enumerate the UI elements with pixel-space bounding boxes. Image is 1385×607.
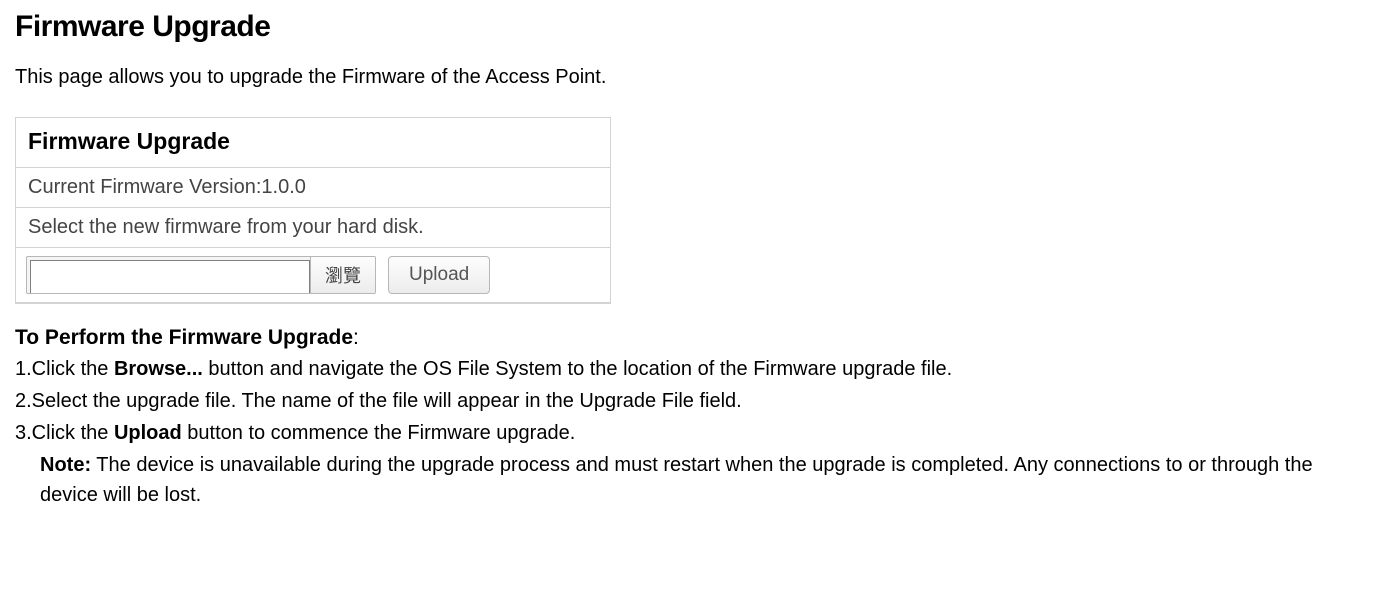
step-1-prefix: 1.Click the — [15, 358, 114, 380]
note: Note: The device is unavailable during t… — [15, 450, 1370, 510]
version-label: Current Firmware Version: — [28, 176, 261, 198]
step-1-bold: Browse... — [114, 358, 203, 380]
panel-header: Firmware Upgrade — [16, 118, 610, 168]
note-text: The device is unavailable during the upg… — [40, 454, 1313, 506]
file-path-input[interactable] — [30, 260, 310, 294]
instructions-list: 1.Click the Browse... button and navigat… — [15, 354, 1370, 510]
upload-button[interactable]: Upload — [388, 256, 490, 294]
version-value: 1.0.0 — [261, 176, 305, 198]
step-3-suffix: button to commence the Firmware upgrade. — [182, 422, 576, 444]
step-1: 1.Click the Browse... button and navigat… — [15, 354, 1370, 384]
step-1-suffix: button and navigate the OS File System t… — [203, 358, 952, 380]
page-title: Firmware Upgrade — [15, 10, 1370, 44]
version-row: Current Firmware Version:1.0.0 — [16, 168, 610, 208]
step-3: 3.Click the Upload button to commence th… — [15, 418, 1370, 448]
instructions-heading-bold: To Perform the Firmware Upgrade — [15, 326, 353, 349]
file-chooser[interactable]: 瀏覽 — [26, 256, 376, 294]
step-2: 2.Select the upgrade file. The name of t… — [15, 386, 1370, 416]
instructions-heading-tail: : — [353, 326, 359, 349]
instructions-heading: To Perform the Firmware Upgrade: — [15, 326, 1370, 350]
browse-button[interactable]: 瀏覽 — [310, 257, 375, 293]
step-3-prefix: 3.Click the — [15, 422, 114, 444]
firmware-panel: Firmware Upgrade Current Firmware Versio… — [15, 117, 611, 304]
step-3-bold: Upload — [114, 422, 182, 444]
intro-text: This page allows you to upgrade the Firm… — [15, 66, 1370, 89]
note-label: Note: — [40, 454, 91, 476]
select-instruction: Select the new firmware from your hard d… — [16, 208, 610, 248]
upload-row: 瀏覽 Upload — [16, 248, 610, 303]
